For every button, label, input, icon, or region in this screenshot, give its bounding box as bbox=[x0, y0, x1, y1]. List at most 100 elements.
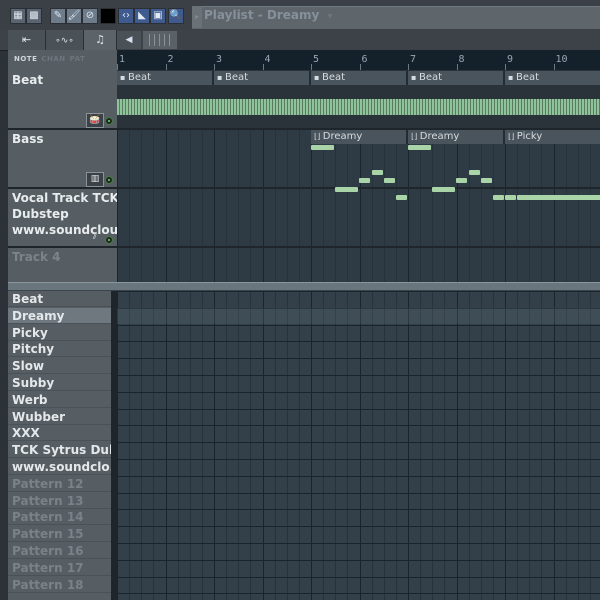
bass-note bbox=[371, 169, 383, 175]
playlist-clip[interactable]: ⌊⌋ Dreamy bbox=[311, 130, 408, 144]
pattern-list-item[interactable]: Pattern 14 bbox=[8, 509, 111, 526]
grid-line bbox=[250, 129, 251, 188]
horizontal-scroll-thumb[interactable] bbox=[143, 31, 177, 49]
chevron-down-icon[interactable]: ▾ bbox=[328, 11, 333, 22]
grid-line bbox=[590, 247, 591, 282]
track-name-bass[interactable]: Bass bbox=[12, 131, 44, 147]
track-name-track-4[interactable]: Track 4 bbox=[12, 249, 61, 265]
playlist-clip[interactable]: ▪ Beat bbox=[505, 71, 600, 85]
track-name-beat[interactable]: Beat bbox=[12, 72, 43, 88]
grid-line bbox=[141, 188, 142, 247]
pattern-list-item[interactable]: Pattern 16 bbox=[8, 543, 111, 559]
audio-clip-icon[interactable]: ⫽ bbox=[86, 231, 104, 246]
pattern-list-item[interactable]: Werb bbox=[8, 392, 111, 408]
pattern-list-item[interactable]: Pitchy bbox=[8, 341, 111, 358]
grid-line bbox=[517, 291, 518, 600]
clip-label: Beat bbox=[418, 72, 443, 83]
zoom-tool-icon[interactable]: 🔍 bbox=[168, 8, 184, 24]
slip-tool-icon[interactable]: ‹› bbox=[118, 8, 134, 24]
grid-line bbox=[166, 291, 167, 600]
grid-line bbox=[250, 247, 251, 282]
drum-icon[interactable]: 🥁 bbox=[86, 113, 104, 128]
pattern-list-item[interactable]: Pattern 17 bbox=[8, 560, 111, 576]
grid-line bbox=[250, 188, 251, 247]
ruler-bar-number: 1 bbox=[119, 54, 126, 65]
delete-tool-icon[interactable]: ⊘ bbox=[82, 8, 98, 24]
pattern-list-item[interactable]: Wubber bbox=[8, 409, 111, 425]
paint-brush-tool-icon[interactable]: 🖌 bbox=[66, 8, 82, 24]
piano-keys-icon[interactable]: ▥ bbox=[86, 172, 104, 187]
grid-line bbox=[275, 291, 276, 600]
pattern-list-item[interactable]: Picky bbox=[8, 325, 111, 341]
pane-splitter[interactable] bbox=[8, 282, 600, 291]
grid-row-line bbox=[117, 358, 600, 360]
track-led-bass[interactable] bbox=[105, 176, 113, 184]
grid-line bbox=[541, 247, 542, 282]
grid-line bbox=[529, 247, 530, 282]
select-tool-icon[interactable]: ▣ bbox=[150, 8, 166, 24]
tab-automation[interactable]: ∘∿∘ bbox=[46, 30, 84, 50]
pattern-list-item[interactable]: www.soundclo... bbox=[8, 459, 111, 475]
bass-note bbox=[359, 178, 371, 184]
grid-line bbox=[444, 291, 445, 600]
tab-playlist[interactable]: ⇤ bbox=[8, 30, 46, 50]
grid-row-line bbox=[117, 492, 600, 494]
pattern-list-item[interactable]: Pattern 15 bbox=[8, 526, 111, 543]
playlist-clip[interactable]: ▪ Beat bbox=[117, 71, 214, 85]
pattern-list-item[interactable]: Pattern 13 bbox=[8, 493, 111, 509]
grid-line bbox=[275, 188, 276, 247]
grid-line bbox=[457, 188, 458, 247]
track-led-vocal[interactable] bbox=[105, 236, 113, 244]
slice-tool-icon[interactable]: ◣ bbox=[134, 8, 150, 24]
grid-line bbox=[202, 188, 203, 247]
track-name-vocal[interactable]: Vocal Track TCK Dubstep www.soundclou... bbox=[12, 190, 132, 238]
grid-icon[interactable]: ▩ bbox=[26, 8, 42, 24]
playlist-view-icon[interactable]: ▦ bbox=[10, 8, 26, 24]
grid-line bbox=[311, 291, 312, 600]
playlist-clip[interactable]: ⌊⌋ Picky bbox=[505, 130, 600, 144]
scroll-left-button[interactable]: ◀ bbox=[117, 31, 141, 49]
pattern-list-item[interactable]: Beat bbox=[8, 291, 111, 307]
clip-label: Picky bbox=[516, 131, 543, 142]
grid-line bbox=[335, 291, 336, 600]
grid-line bbox=[166, 188, 167, 247]
beat-clip-steps bbox=[117, 99, 600, 115]
pattern-list-item[interactable]: Pattern 12 bbox=[8, 476, 111, 492]
playlist-clip[interactable]: ▪ Beat bbox=[214, 71, 311, 85]
pattern-grid[interactable] bbox=[117, 291, 600, 600]
pattern-list-item[interactable]: TCK Sytrus Dub... bbox=[8, 442, 111, 459]
pencil-tool-icon[interactable]: ✎ bbox=[50, 8, 66, 24]
ruler-bar-number: 9 bbox=[507, 54, 514, 65]
pattern-list-item[interactable]: Subby bbox=[8, 375, 111, 391]
subtab-pat[interactable]: PAT bbox=[70, 55, 86, 63]
pattern-list-item[interactable]: Slow bbox=[8, 358, 111, 375]
pattern-list-item[interactable]: Dreamy bbox=[8, 307, 111, 324]
pattern-list-item[interactable]: Pattern 18 bbox=[8, 577, 111, 593]
track-led-beat[interactable] bbox=[105, 117, 113, 125]
grid-line bbox=[408, 188, 409, 247]
subtab-note[interactable]: NOTE bbox=[14, 55, 37, 63]
playlist-clip[interactable]: ▪ Beat bbox=[311, 71, 408, 85]
playlist-clip[interactable]: ▪ Beat bbox=[408, 71, 505, 85]
grid-line bbox=[141, 247, 142, 282]
grid-line bbox=[263, 291, 264, 600]
track-lane-track-4[interactable] bbox=[117, 247, 600, 282]
grid-line bbox=[360, 188, 361, 247]
bass-note bbox=[517, 194, 600, 200]
clip-label: Beat bbox=[321, 72, 346, 83]
grid-line bbox=[263, 188, 264, 247]
track-name-line: Vocal Track TCK bbox=[12, 191, 119, 205]
playlist-clip[interactable]: ⌊⌋ Dreamy bbox=[408, 130, 505, 144]
mute-tool-icon[interactable] bbox=[100, 8, 116, 24]
grid-line bbox=[493, 291, 494, 600]
pattern-list-item[interactable]: XXX bbox=[8, 425, 111, 442]
tab-pattern[interactable]: ♫ bbox=[84, 30, 117, 52]
timeline-ruler[interactable]: 1 2 3 4 5 6 7 8 9 10 bbox=[117, 50, 600, 70]
title-arrow-icon[interactable]: ▸ bbox=[192, 6, 202, 28]
note-clip-icon: ⌊⌋ bbox=[314, 132, 323, 141]
grid-line bbox=[323, 247, 324, 282]
subtab-chan[interactable]: CHAN bbox=[41, 55, 65, 63]
note-clip-icon: ⌊⌋ bbox=[411, 132, 420, 141]
track-name-line: Dubstep bbox=[12, 207, 69, 221]
track-divider bbox=[8, 246, 600, 248]
